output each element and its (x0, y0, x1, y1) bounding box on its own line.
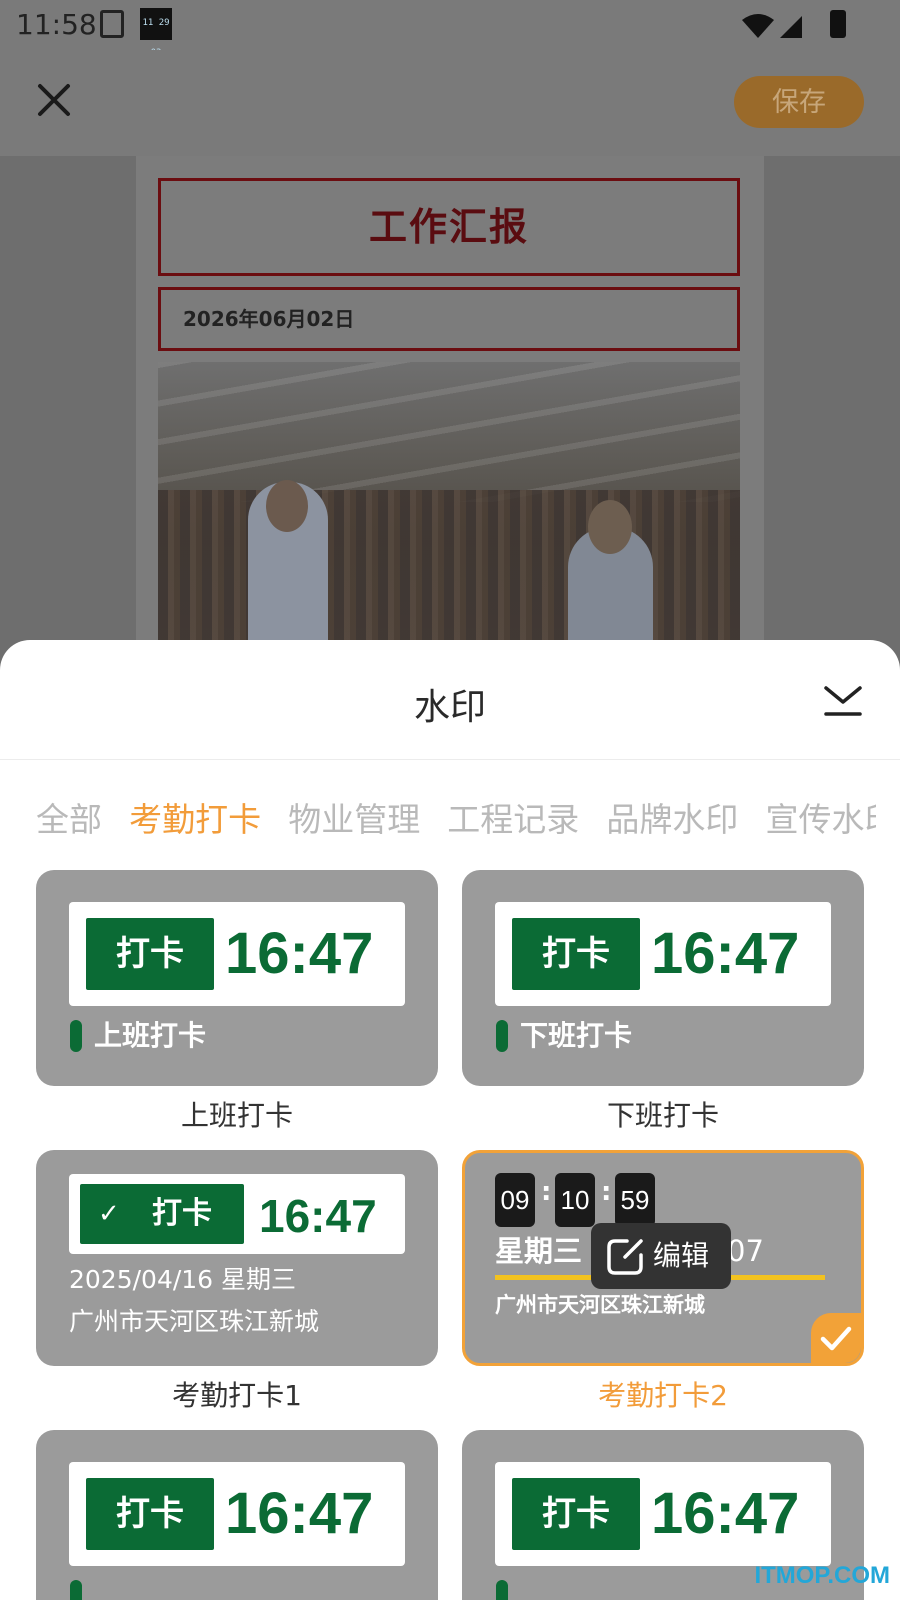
template-item[interactable]: ✓ 打卡 16:47 2025/04/16 星期三 广州市天河区珠江新城 考勤打… (36, 1150, 438, 1416)
app-bar: 保存 (0, 50, 900, 156)
signal-icons (742, 14, 802, 38)
tab-all[interactable]: 全部 (36, 790, 102, 850)
wm-time: 16:47 (225, 921, 374, 986)
document-preview: 工作汇报 2026年06月02日 (136, 156, 764, 662)
date-tail: 07 (727, 1234, 764, 1268)
wm-badge: ✓ 打卡 (80, 1184, 244, 1244)
wm-date-line: 2025/04/16 星期三 (69, 1265, 297, 1294)
wm-badge: 打卡 (512, 918, 640, 990)
doc-date-box: 2026年06月02日 (158, 287, 740, 351)
tab-property[interactable]: 物业管理 (288, 790, 420, 850)
wm-box: 打卡 16:47 (69, 1462, 405, 1566)
save-button[interactable]: 保存 (734, 76, 864, 128)
wm-box: 打卡 16:47 (495, 1462, 831, 1566)
wm-badge: 打卡 (86, 1478, 214, 1550)
tab-brand[interactable]: 品牌水印 (606, 790, 738, 850)
doc-date: 2026年06月02日 (183, 307, 355, 331)
clock-widget-icon: 11 29 03 (140, 8, 172, 58)
template-name: 考勤打卡1 (172, 1379, 302, 1412)
template-item[interactable]: 打卡 16:47 下班打卡 下班打卡 (462, 870, 864, 1136)
template-name: 上班打卡 (180, 1099, 293, 1132)
weekday: 星期三 (495, 1234, 583, 1268)
template-card[interactable]: 打卡 16:47 (36, 1430, 438, 1600)
close-icon[interactable] (34, 80, 74, 120)
doc-photo (158, 362, 740, 662)
photo-person-right-head (588, 500, 632, 554)
wm-time: 16:47 (651, 1481, 800, 1546)
hour-digit: 09 (495, 1173, 535, 1227)
category-tabs: 全部 考勤打卡 物业管理 工程记录 品牌水印 宣传水印 (36, 790, 876, 850)
watermark-sheet: 水印 全部 考勤打卡 物业管理 工程记录 品牌水印 宣传水印 打卡 16:47 … (0, 640, 900, 1600)
wm-time: 16:47 (651, 921, 800, 986)
template-name: 考勤打卡2 (598, 1379, 728, 1412)
template-item[interactable]: 打卡 16:47 上班打卡 上班打卡 (36, 870, 438, 1136)
wm-time: 16:47 (259, 1190, 377, 1242)
wm-address: 广州市天河区珠江新城 (69, 1307, 320, 1336)
template-item[interactable]: 打卡 16:47 (36, 1430, 438, 1600)
sheet-title: 水印 (413, 687, 486, 728)
template-card[interactable]: ✓ 打卡 16:47 2025/04/16 星期三 广州市天河区珠江新城 (36, 1150, 438, 1366)
template-name: 下班打卡 (606, 1099, 719, 1132)
wm-sub: 上班打卡 (94, 1019, 207, 1052)
wm-bar (496, 1580, 508, 1600)
wm-bar (70, 1020, 82, 1052)
wm-box: 打卡 16:47 (69, 902, 405, 1006)
selected-check-badge (811, 1313, 861, 1363)
wm-bar (496, 1020, 508, 1052)
wm-box: 打卡 16:47 (495, 902, 831, 1006)
edit-icon (607, 1239, 643, 1275)
collapse-icon[interactable] (822, 682, 864, 718)
template-item-selected[interactable]: 09 : 10 : 59 星期三 07 广州市天河区珠江新城 编辑 考勤打卡2 (462, 1150, 864, 1416)
wm-bar (70, 1580, 82, 1600)
tab-attendance[interactable]: 考勤打卡 (129, 790, 261, 850)
check-icon (820, 1326, 852, 1351)
minute-digit: 10 (555, 1173, 595, 1227)
wm-time: 16:47 (225, 1481, 374, 1546)
wm-badge: 打卡 (512, 1478, 640, 1550)
check-icon: ✓ (98, 1199, 120, 1229)
doc-title-box: 工作汇报 (158, 178, 740, 276)
edit-label: 编辑 (653, 1239, 710, 1272)
second-digit: 59 (615, 1173, 655, 1227)
wm-sub: 下班打卡 (520, 1019, 633, 1052)
time-colon: : (541, 1177, 552, 1207)
tab-promo[interactable]: 宣传水印 (765, 790, 876, 850)
photo-ceiling (158, 362, 740, 502)
template-card[interactable]: 打卡 16:47 下班打卡 (462, 870, 864, 1086)
status-time: 11:58 (16, 8, 97, 41)
wm-box: ✓ 打卡 16:47 (69, 1174, 405, 1254)
wm-badge-label: 打卡 (152, 1196, 212, 1231)
template-card[interactable]: 09 : 10 : 59 星期三 07 广州市天河区珠江新城 编辑 (462, 1150, 864, 1366)
battery-icon (830, 10, 846, 38)
site-watermark: ITMOP.COM (754, 1562, 890, 1589)
wm-badge: 打卡 (86, 918, 214, 990)
sheet-header: 水印 (0, 640, 900, 760)
time-colon: : (601, 1177, 612, 1207)
photo-person-left-head (266, 480, 308, 532)
edit-button[interactable]: 编辑 (591, 1223, 731, 1289)
tab-engineering[interactable]: 工程记录 (447, 790, 579, 850)
doc-title: 工作汇报 (368, 205, 529, 249)
notebook-icon (100, 10, 124, 38)
template-card[interactable]: 打卡 16:47 上班打卡 (36, 870, 438, 1086)
status-bar: 11:58 11 29 03 (0, 0, 900, 58)
wm-address: 广州市天河区珠江新城 (495, 1293, 705, 1317)
